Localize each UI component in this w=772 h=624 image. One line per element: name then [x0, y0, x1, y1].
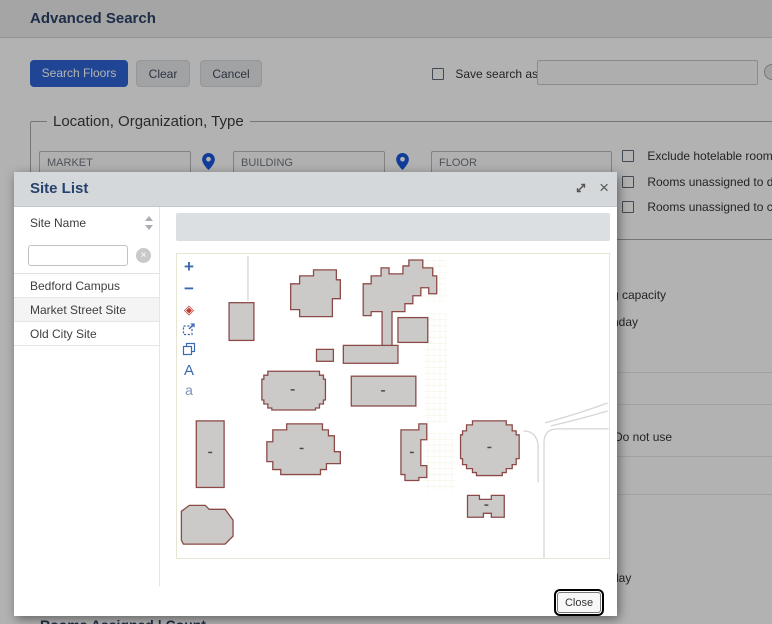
page-title: Advanced Search	[30, 10, 156, 27]
map-toolbar: + − ◈ A a	[180, 258, 200, 402]
app-header: Advanced Search	[0, 0, 772, 38]
building-footprint[interactable]	[291, 270, 341, 317]
site-table-panel: Site Name × Bedford Campus Market Street…	[14, 207, 160, 586]
option-label: Rooms unassigned to catego	[647, 200, 772, 214]
building-footprint[interactable]	[181, 505, 233, 544]
site-filter-input[interactable]	[28, 245, 128, 266]
maximize-icon[interactable]	[575, 182, 587, 194]
option-label: Rooms unassigned to divisio	[647, 175, 772, 189]
location-pin-icon[interactable]	[202, 153, 215, 170]
fit-extent-icon[interactable]	[180, 322, 198, 338]
option-label: Exclude hotelable rooms	[647, 149, 772, 163]
label-uppercase-icon[interactable]: A	[180, 362, 198, 379]
site-list-dialog: Site List × Site Name × Bedford Campus M…	[14, 172, 617, 616]
building-footprint[interactable]	[343, 345, 398, 363]
option-exclude-hotelable: Exclude hotelable rooms	[622, 148, 772, 163]
building-footprint[interactable]	[468, 495, 505, 517]
unassigned-category-checkbox[interactable]	[622, 201, 634, 213]
dialog-title: Site List	[30, 180, 88, 197]
option-unassigned-division: Rooms unassigned to divisio	[622, 174, 772, 189]
save-search-row: Save search as	[432, 66, 538, 81]
fragment-capacity: g capacity	[612, 288, 666, 302]
site-name-column-header[interactable]: Site Name	[14, 207, 159, 240]
market-input[interactable]	[39, 151, 191, 174]
building-footprint[interactable]	[267, 424, 341, 475]
label-lowercase-icon[interactable]: a	[180, 383, 198, 398]
close-icon[interactable]: ×	[599, 177, 609, 199]
building-input[interactable]	[233, 151, 385, 174]
floor-input[interactable]	[431, 151, 612, 174]
clear-button[interactable]: Clear	[136, 60, 190, 87]
sort-icon[interactable]	[145, 216, 153, 230]
cancel-button[interactable]: Cancel	[200, 60, 262, 87]
building-footprint[interactable]	[398, 318, 428, 343]
building-footprint[interactable]	[196, 421, 224, 488]
save-search-input[interactable]	[537, 60, 758, 85]
site-filter-row: ×	[14, 240, 159, 274]
dialog-footer: Close	[14, 586, 617, 616]
dialog-header[interactable]: Site List ×	[14, 172, 617, 207]
zoom-in-icon[interactable]: +	[180, 258, 198, 276]
center-map-icon[interactable]: ◈	[180, 302, 198, 318]
layers-icon[interactable]	[180, 342, 198, 358]
building-footprints	[181, 260, 519, 544]
site-list-item[interactable]: Old City Site	[14, 322, 159, 346]
screen: Advanced Search Search Floors Clear Canc…	[0, 0, 772, 624]
site-list-item[interactable]: Bedford Campus	[14, 274, 159, 298]
clear-filter-icon[interactable]: ×	[136, 248, 151, 263]
fragment-do-not-use: Do not use	[614, 430, 672, 444]
map-title-bar	[176, 213, 610, 241]
location-pin-icon[interactable]	[396, 153, 409, 170]
zoom-out-icon[interactable]: −	[180, 280, 198, 298]
map-grid-patch	[423, 433, 455, 491]
search-floors-button[interactable]: Search Floors	[30, 60, 128, 87]
building-footprint[interactable]	[262, 371, 326, 410]
building-footprint[interactable]	[229, 303, 254, 341]
close-button[interactable]: Close	[557, 592, 601, 613]
site-map-canvas[interactable]: + − ◈ A a	[176, 253, 610, 559]
exclude-hotelable-checkbox[interactable]	[622, 150, 634, 162]
site-map	[177, 254, 609, 558]
building-footprint[interactable]	[317, 349, 334, 361]
save-search-label: Save search as	[455, 67, 538, 81]
site-list-item[interactable]: Market Street Site	[14, 298, 159, 322]
help-icon[interactable]	[764, 64, 772, 80]
option-unassigned-category: Rooms unassigned to catego	[622, 199, 772, 214]
fragment-bottom-section: Rooms Assigned | Count	[40, 617, 206, 624]
column-label: Site Name	[30, 216, 86, 230]
criteria-legend: Location, Organization, Type	[47, 113, 250, 130]
unassigned-division-checkbox[interactable]	[622, 176, 634, 188]
save-search-checkbox[interactable]	[432, 68, 444, 80]
